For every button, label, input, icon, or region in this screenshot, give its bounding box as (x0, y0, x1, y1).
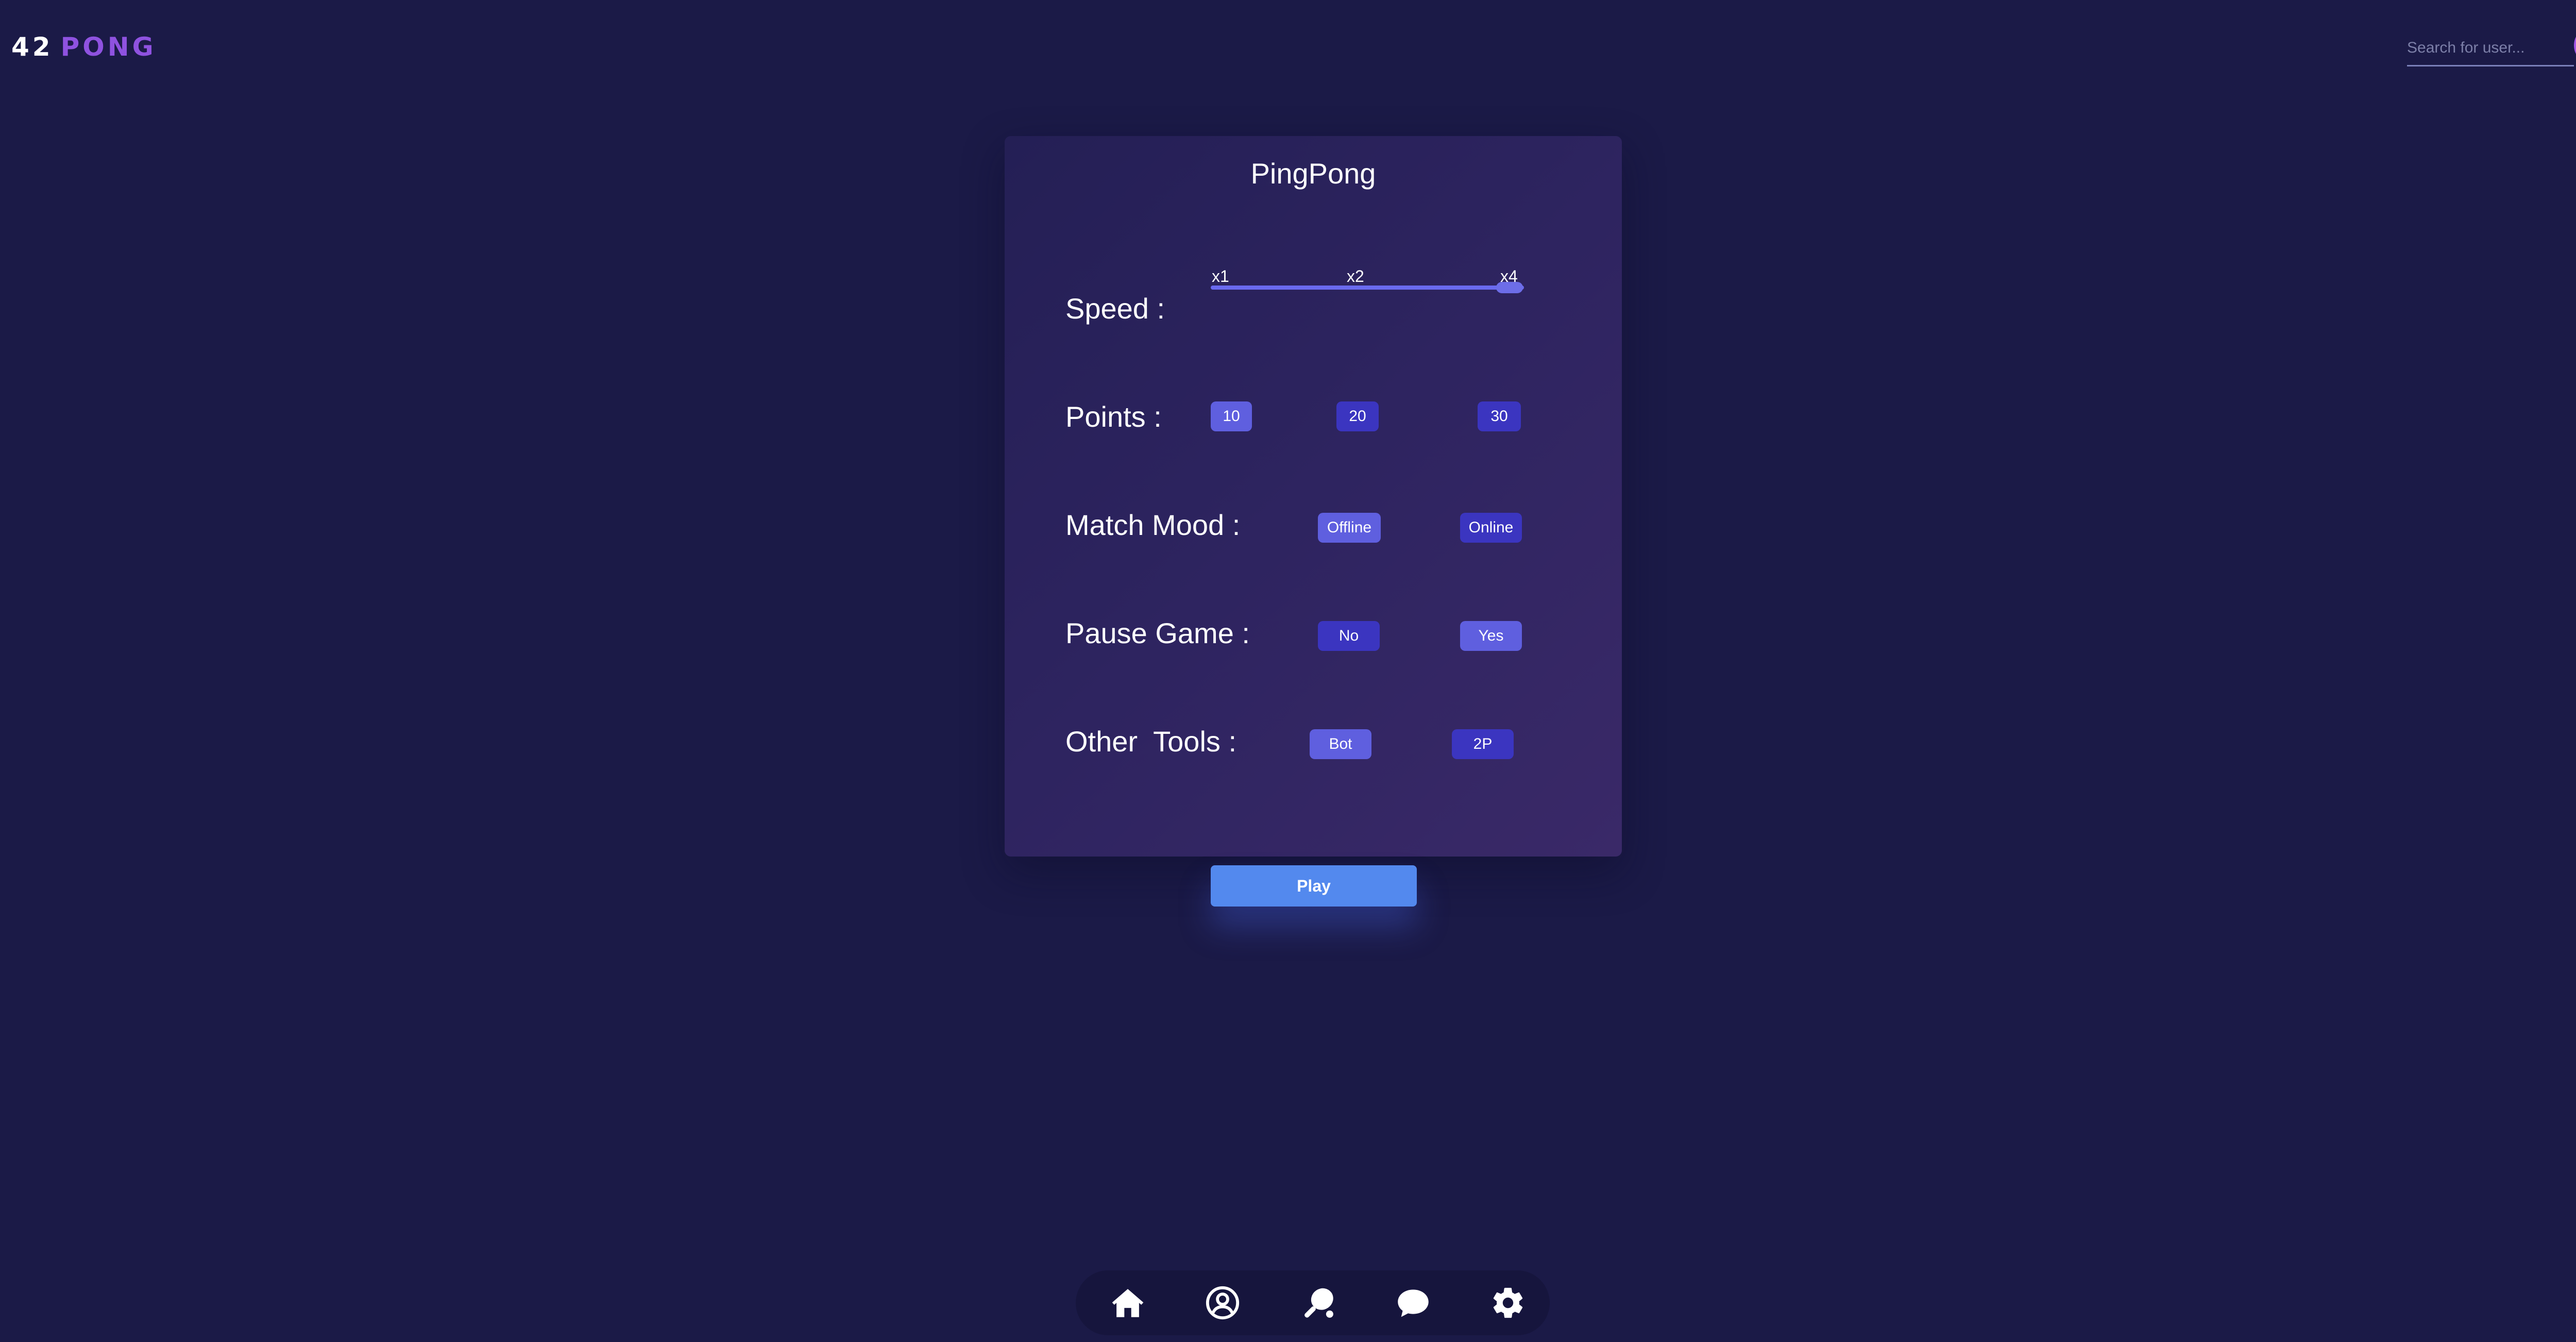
avatar[interactable] (2574, 27, 2576, 64)
user-search-input[interactable] (2407, 31, 2574, 66)
points-label: Points : (1065, 400, 1162, 433)
match-mood-label: Match Mood : (1065, 509, 1241, 541)
speed-tick-x1[interactable]: x1 (1212, 267, 1229, 286)
other-tools-label: Other Tools : (1065, 725, 1237, 758)
other-tools-2p-option[interactable]: 2P (1452, 729, 1514, 759)
bottom-nav (1076, 1270, 1550, 1335)
speed-slider-thumb[interactable] (1496, 282, 1523, 293)
pause-game-no-option[interactable]: No (1318, 621, 1380, 651)
play-button[interactable]: Play (1211, 865, 1417, 907)
other-tools-bot-option[interactable]: Bot (1310, 729, 1371, 759)
speed-slider-track[interactable] (1211, 286, 1524, 290)
match-mood-online-option[interactable]: Online (1460, 513, 1522, 543)
logo-number: 42 (11, 32, 54, 62)
points-option-30[interactable]: 30 (1478, 401, 1521, 431)
ping-pong-paddle-icon[interactable] (1300, 1285, 1336, 1321)
pause-game-yes-option[interactable]: Yes (1460, 621, 1522, 651)
card-title: PingPong (1250, 157, 1376, 190)
settings-gear-icon[interactable] (1490, 1285, 1526, 1321)
profile-icon[interactable] (1205, 1285, 1241, 1321)
points-option-20[interactable]: 20 (1336, 401, 1379, 431)
match-mood-offline-option[interactable]: Offline (1318, 513, 1381, 543)
game-settings-card: PingPong Speed : x1 x2 x4 Points : 10 20… (1005, 136, 1622, 857)
chat-icon[interactable] (1395, 1285, 1431, 1321)
speed-label: Speed : (1065, 292, 1165, 325)
pause-game-label: Pause Game : (1065, 617, 1250, 649)
speed-tick-x2[interactable]: x2 (1347, 267, 1364, 286)
app-stage: 42PONG PingPong Speed : x1 x2 x4 Points … (0, 0, 2576, 1342)
home-icon[interactable] (1110, 1285, 1146, 1321)
logo-word: PONG (60, 32, 157, 62)
logo[interactable]: 42 PONG (11, 27, 157, 67)
points-option-10[interactable]: 10 (1211, 401, 1252, 431)
